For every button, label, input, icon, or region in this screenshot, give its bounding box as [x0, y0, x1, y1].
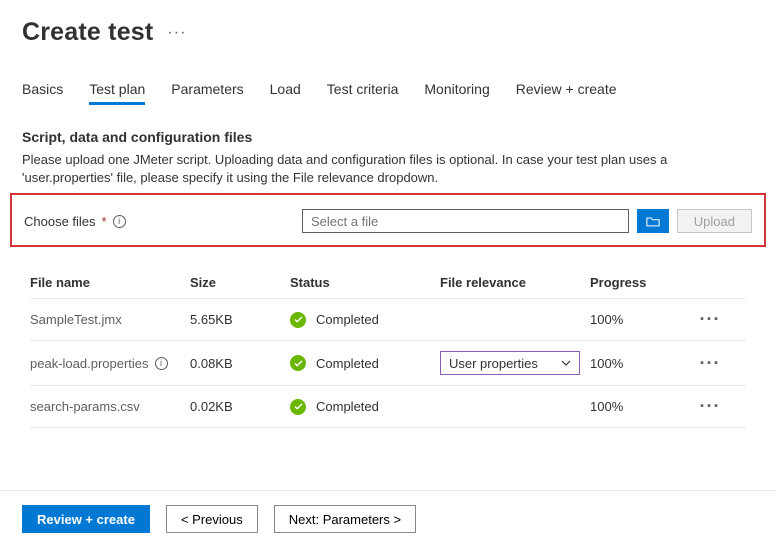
review-create-button[interactable]: Review + create: [22, 505, 150, 533]
table-row: SampleTest.jmx 5.65KB Completed 100% ···: [30, 299, 746, 341]
section-description: Please upload one JMeter script. Uploadi…: [22, 151, 722, 187]
row-more-icon[interactable]: ···: [690, 353, 730, 374]
relevance-value: User properties: [449, 356, 538, 371]
progress-cell: 100%: [590, 399, 690, 414]
tab-review-create[interactable]: Review + create: [516, 75, 617, 105]
file-name-cell: peak-load.properties i: [30, 356, 190, 371]
status-text: Completed: [316, 312, 379, 327]
choose-files-row: Choose files * i Upload: [10, 193, 766, 247]
tab-bar: Basics Test plan Parameters Load Test cr…: [22, 75, 754, 105]
file-select-input[interactable]: [302, 209, 629, 233]
footer-bar: Review + create < Previous Next: Paramet…: [0, 490, 776, 547]
previous-button[interactable]: < Previous: [166, 505, 258, 533]
col-size: Size: [190, 275, 290, 290]
file-name: SampleTest.jmx: [30, 312, 122, 327]
tab-test-plan[interactable]: Test plan: [89, 75, 145, 105]
table-header-row: File name Size Status File relevance Pro…: [30, 263, 746, 299]
col-status: Status: [290, 275, 440, 290]
choose-files-text: Choose files: [24, 214, 96, 229]
file-size: 0.02KB: [190, 399, 290, 414]
status-text: Completed: [316, 356, 379, 371]
files-table: File name Size Status File relevance Pro…: [22, 263, 754, 428]
required-asterisk: *: [102, 214, 107, 229]
upload-button[interactable]: Upload: [677, 209, 752, 233]
info-icon[interactable]: i: [155, 357, 168, 370]
section-title: Script, data and configuration files: [22, 129, 754, 145]
file-status-cell: Completed: [290, 355, 440, 371]
choose-files-label: Choose files * i: [24, 214, 294, 229]
col-file-name: File name: [30, 275, 190, 290]
row-more-icon[interactable]: ···: [690, 309, 730, 330]
tab-load[interactable]: Load: [270, 75, 301, 105]
table-row: search-params.csv 0.02KB Completed 100% …: [30, 386, 746, 428]
chevron-down-icon: [561, 360, 571, 366]
col-relevance: File relevance: [440, 275, 590, 290]
file-name-cell: search-params.csv: [30, 399, 190, 414]
more-actions-icon[interactable]: ···: [167, 24, 186, 42]
check-icon: [290, 399, 306, 415]
file-status-cell: Completed: [290, 312, 440, 328]
table-row: peak-load.properties i 0.08KB Completed …: [30, 341, 746, 386]
file-name-cell: SampleTest.jmx: [30, 312, 190, 327]
page-header: Create test ···: [22, 18, 754, 47]
file-name: peak-load.properties: [30, 356, 149, 371]
tab-basics[interactable]: Basics: [22, 75, 63, 105]
folder-icon: [646, 216, 660, 227]
page-title: Create test: [22, 18, 153, 47]
info-icon[interactable]: i: [113, 215, 126, 228]
tab-parameters[interactable]: Parameters: [171, 75, 243, 105]
status-text: Completed: [316, 399, 379, 414]
file-status-cell: Completed: [290, 399, 440, 415]
file-name: search-params.csv: [30, 399, 140, 414]
progress-cell: 100%: [590, 356, 690, 371]
tab-monitoring[interactable]: Monitoring: [424, 75, 489, 105]
file-size: 0.08KB: [190, 356, 290, 371]
file-relevance-dropdown[interactable]: User properties: [440, 351, 580, 375]
tab-test-criteria[interactable]: Test criteria: [327, 75, 399, 105]
browse-button[interactable]: [637, 209, 669, 233]
check-icon: [290, 355, 306, 371]
row-more-icon[interactable]: ···: [690, 396, 730, 417]
file-size: 5.65KB: [190, 312, 290, 327]
relevance-cell: User properties: [440, 351, 590, 375]
next-button[interactable]: Next: Parameters >: [274, 505, 416, 533]
check-icon: [290, 312, 306, 328]
col-progress: Progress: [590, 275, 690, 290]
progress-cell: 100%: [590, 312, 690, 327]
